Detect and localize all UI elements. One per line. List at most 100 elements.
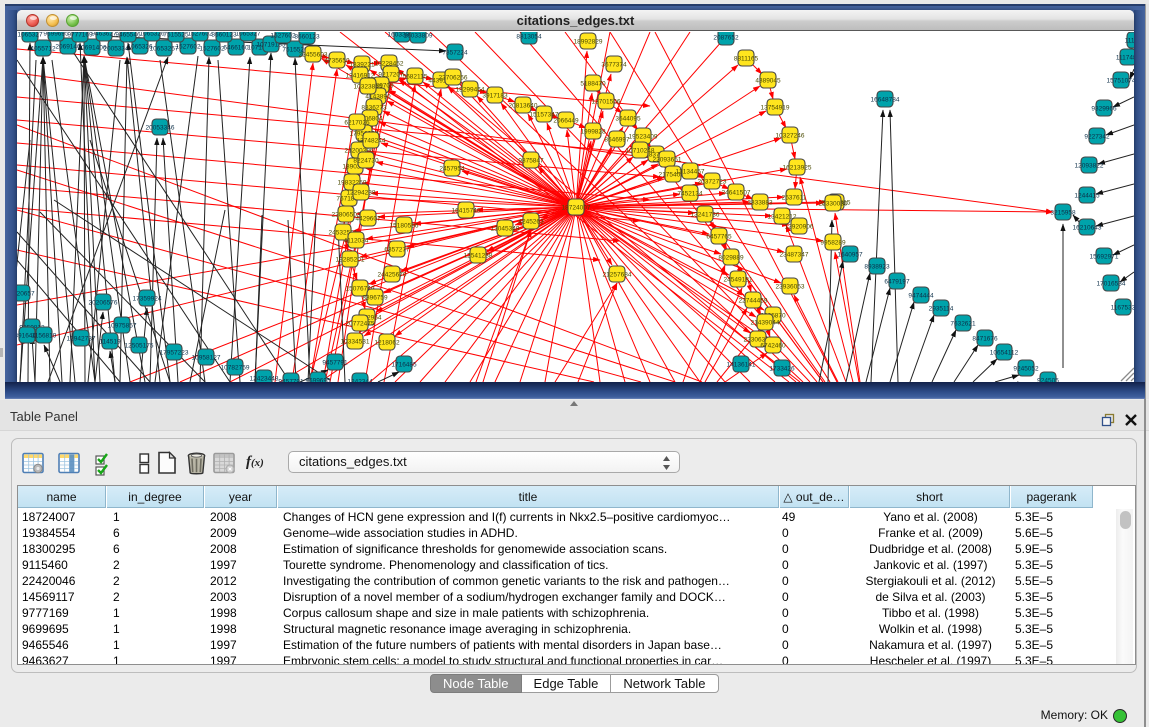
svg-text:23487347: 23487347 — [780, 252, 809, 259]
svg-text:21257684: 21257684 — [603, 272, 632, 279]
svg-text:8646997: 8646997 — [604, 137, 630, 144]
svg-text:2087652: 2087652 — [713, 35, 739, 42]
svg-text:3333883: 3333883 — [747, 200, 773, 207]
svg-text:5682115: 5682115 — [403, 74, 428, 81]
svg-text:24425670: 24425670 — [378, 272, 407, 279]
svg-text:1167533: 1167533 — [1111, 305, 1134, 312]
svg-text:16213925: 16213925 — [783, 165, 812, 172]
svg-text:1527602: 1527602 — [270, 33, 296, 40]
svg-text:2066449: 2066449 — [553, 118, 579, 125]
svg-text:12505175: 12505175 — [125, 343, 154, 350]
svg-text:6357277: 6357277 — [384, 247, 410, 254]
svg-text:6742460: 6742460 — [760, 343, 786, 350]
svg-text:4735650: 4735650 — [324, 58, 350, 65]
svg-text:1244415: 1244415 — [1074, 193, 1100, 200]
svg-text:4245263: 4245263 — [518, 219, 544, 226]
svg-text:9245052: 9245052 — [1013, 366, 1039, 373]
svg-text:9227342: 9227342 — [1084, 134, 1110, 141]
svg-text:8471676: 8471676 — [972, 336, 998, 343]
svg-text:6479197: 6479197 — [884, 279, 910, 286]
svg-text:21439044: 21439044 — [751, 320, 780, 327]
svg-text:1117488: 1117488 — [1116, 55, 1134, 62]
svg-text:15751074: 15751074 — [1107, 78, 1134, 85]
svg-text:12920906: 12920906 — [785, 224, 814, 231]
svg-text:10334531: 10334531 — [341, 339, 370, 346]
svg-text:17016534: 17016534 — [1097, 281, 1126, 288]
svg-text:18724007: 18724007 — [562, 205, 591, 212]
svg-text:8224730: 8224730 — [353, 158, 379, 165]
svg-text:2935114: 2935114 — [929, 306, 954, 313]
svg-text:19523409: 19523409 — [629, 134, 658, 141]
svg-text:20053346: 20053346 — [146, 125, 175, 132]
svg-text:18992829: 18992829 — [574, 39, 603, 46]
svg-text:1527602: 1527602 — [199, 46, 225, 53]
svg-text:10958127: 10958127 — [192, 355, 221, 362]
svg-text:114519: 114519 — [99, 339, 121, 346]
svg-text:4055712: 4055712 — [30, 46, 56, 53]
svg-text:2537611: 2537611 — [782, 195, 807, 202]
svg-text:13241736: 13241736 — [691, 212, 720, 219]
svg-text:19299464: 19299464 — [456, 87, 485, 94]
svg-text:2457954: 2457954 — [439, 166, 465, 173]
svg-text:1156819: 1156819 — [32, 333, 57, 340]
svg-text:9463627: 9463627 — [91, 32, 117, 38]
svg-text:20772475: 20772475 — [346, 321, 375, 328]
svg-text:9465546: 9465546 — [115, 32, 141, 39]
svg-text:9777169: 9777169 — [67, 32, 93, 39]
svg-text:1527602: 1527602 — [187, 32, 213, 38]
svg-text:6217026: 6217026 — [344, 120, 370, 127]
svg-text:9474444: 9474444 — [908, 293, 934, 300]
svg-text:22330030: 22330030 — [819, 201, 848, 208]
svg-text:13754919: 13754919 — [761, 105, 790, 112]
svg-text:5188470: 5188470 — [580, 81, 606, 88]
svg-text:15692971: 15692971 — [1090, 254, 1119, 261]
svg-text:13045349: 13045349 — [491, 226, 520, 233]
svg-text:20813640: 20813640 — [509, 103, 538, 110]
svg-text:22744459: 22744459 — [739, 298, 768, 305]
svg-text:8029889: 8029889 — [718, 255, 744, 262]
svg-text:1218062: 1218062 — [374, 340, 400, 347]
svg-text:9875847: 9875847 — [518, 158, 544, 165]
svg-text:9699695: 9699695 — [43, 32, 69, 38]
svg-text:15180586: 15180586 — [390, 223, 419, 230]
svg-text:8811165: 8811165 — [734, 56, 759, 63]
svg-text:23706266: 23706266 — [439, 75, 468, 82]
svg-text:24549181: 24549181 — [724, 277, 753, 284]
svg-text:16210643: 16210643 — [1073, 225, 1102, 232]
svg-text:3917183: 3917183 — [482, 93, 508, 100]
svg-text:2005334: 2005334 — [103, 46, 129, 53]
svg-text:12942737: 12942737 — [67, 336, 96, 343]
svg-text:10654112: 10654112 — [990, 350, 1019, 357]
svg-text:3677374: 3677374 — [601, 62, 627, 69]
svg-text:7632621: 7632621 — [950, 321, 976, 328]
svg-text:12541238: 12541238 — [464, 253, 493, 260]
svg-text:20372723: 20372723 — [698, 179, 727, 186]
svg-text:1733426: 1733426 — [769, 366, 795, 373]
svg-text:111748: 111748 — [1125, 38, 1134, 45]
svg-text:20206576: 20206576 — [89, 300, 118, 307]
svg-text:4429607: 4429607 — [355, 216, 381, 223]
svg-text:10710248: 10710248 — [626, 148, 655, 155]
svg-text:7452134: 7452134 — [677, 191, 703, 198]
svg-text:13134457: 13134457 — [676, 169, 705, 176]
svg-text:13701506: 13701506 — [592, 99, 621, 106]
svg-text:16033809: 16033809 — [404, 33, 433, 40]
svg-text:8938923: 8938923 — [864, 264, 890, 271]
svg-text:4112034: 4112034 — [344, 238, 369, 245]
svg-text:9958289: 9958289 — [820, 240, 846, 247]
svg-text:1640957: 1640957 — [837, 252, 863, 259]
svg-text:2620657: 2620657 — [17, 291, 35, 298]
svg-text:7515525: 7515525 — [163, 32, 189, 39]
svg-text:1065326: 1065326 — [139, 32, 165, 38]
svg-text:7357224: 7357224 — [442, 50, 468, 57]
svg-text:10323815: 10323815 — [354, 84, 383, 91]
svg-text:22093651: 22093651 — [653, 157, 682, 164]
svg-text:1065327: 1065327 — [17, 32, 43, 39]
svg-text:17359924: 17359924 — [133, 296, 162, 303]
svg-text:12294238: 12294238 — [347, 190, 376, 197]
svg-text:16648784: 16648784 — [871, 97, 900, 104]
svg-text:1716485: 1716485 — [391, 362, 417, 369]
svg-text:4389045: 4389045 — [755, 78, 781, 85]
svg-text:8660123: 8660123 — [211, 32, 237, 39]
svg-text:8813054: 8813054 — [516, 34, 542, 41]
